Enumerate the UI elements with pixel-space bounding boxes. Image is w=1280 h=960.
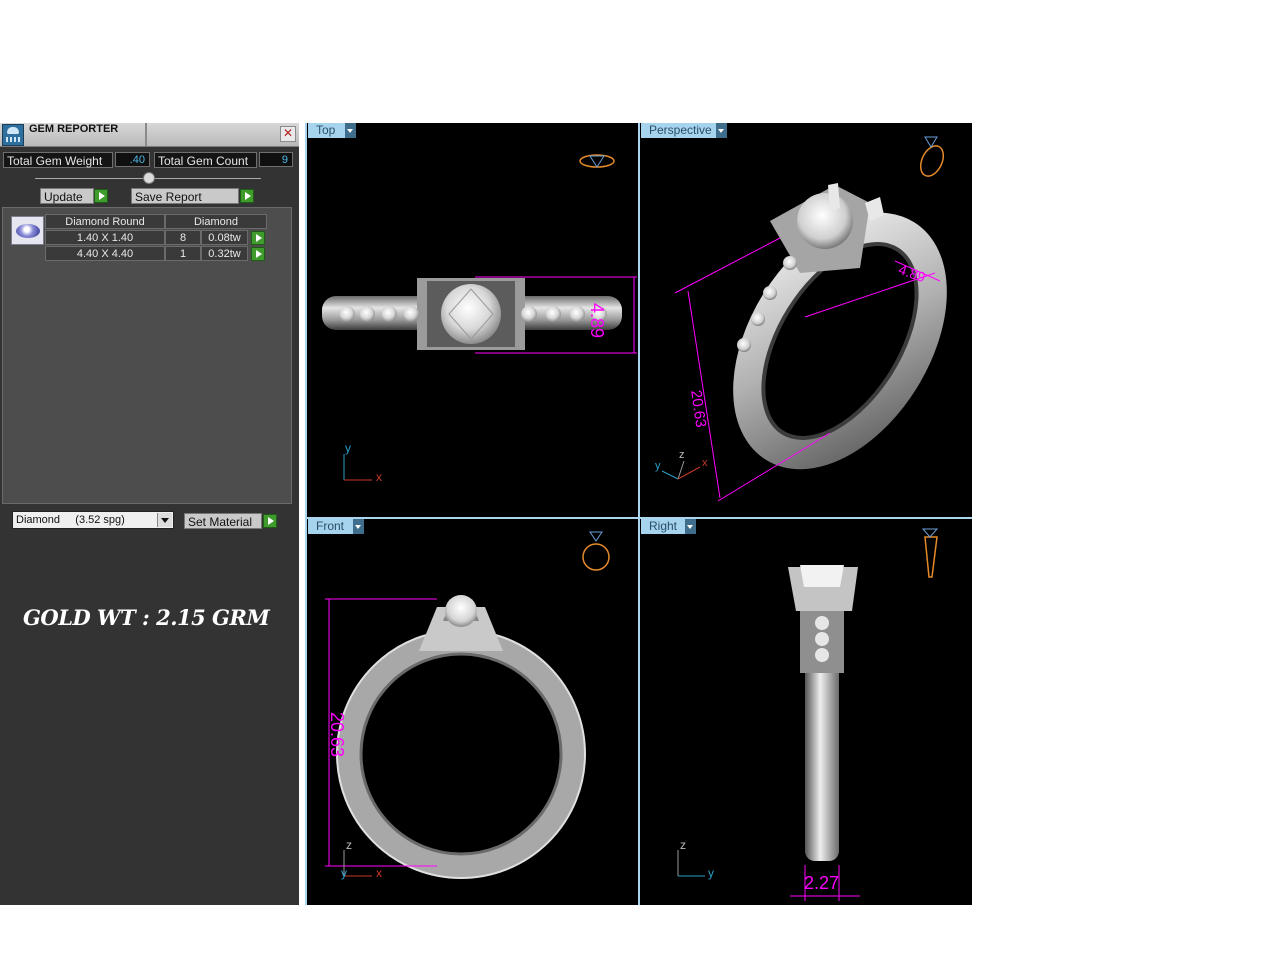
chevron-down-icon[interactable] [353, 519, 364, 534]
table-cell-count: 8 [165, 230, 201, 245]
panel-title-bar: GEM REPORTER ✕ [0, 123, 299, 147]
tab-divider [145, 123, 147, 146]
row-select-icon[interactable] [251, 247, 265, 261]
gem-reporter-icon [2, 124, 24, 146]
panel-title: GEM REPORTER [29, 123, 119, 135]
update-button[interactable]: Update [40, 188, 94, 204]
gem-reporter-panel: GEM REPORTER ✕ Total Gem Weight .40 Tota… [0, 123, 299, 905]
table-header-material: Diamond [165, 214, 267, 229]
right-view-render [677, 528, 939, 901]
total-gem-count-value: 9 [259, 152, 293, 167]
tab-front[interactable]: Front [308, 519, 353, 534]
axis-y-label: y [708, 866, 714, 880]
axis-y-label: y [655, 460, 661, 472]
tab-perspective[interactable]: Perspective [641, 123, 716, 138]
viewport-right[interactable]: 2.27 z y Right [640, 519, 972, 905]
set-material-button[interactable]: Set Material [184, 513, 262, 529]
viewport-top[interactable]: 4.89 y x Top [307, 123, 638, 517]
viewport-front[interactable]: 20.63 z y x Front [307, 519, 638, 905]
set-material-go-icon[interactable] [263, 514, 277, 528]
table-cell-weight: 0.08tw [201, 230, 248, 245]
close-icon[interactable]: ✕ [280, 126, 296, 142]
right-dimension-label: 2.27 [804, 873, 840, 893]
axis-z-label: z [679, 449, 685, 461]
table-header-shape: Diamond Round [45, 214, 165, 229]
axis-x-label: x [702, 457, 708, 469]
chevron-down-icon[interactable] [157, 513, 172, 527]
material-select[interactable]: Diamond (3.52 spg) [12, 511, 174, 529]
table-cell-size: 4.40 X 4.40 [45, 246, 165, 261]
chevron-down-icon[interactable] [716, 123, 727, 138]
save-report-go-icon[interactable] [240, 189, 254, 203]
gold-weight-label: GOLD WT : 2.15 GRM [23, 605, 270, 630]
diamond-gem-icon [11, 216, 44, 245]
tab-top[interactable]: Top [308, 123, 345, 138]
total-gem-count-label: Total Gem Count [154, 152, 257, 168]
top-dimension-label: 4.89 [587, 303, 607, 339]
splitter-handle[interactable] [143, 172, 155, 184]
update-go-icon[interactable] [94, 189, 108, 203]
axis-y-label: y [341, 866, 347, 880]
axis-z-label: z [346, 838, 352, 852]
front-view-render [325, 531, 610, 879]
total-gem-weight-label: Total Gem Weight [3, 152, 113, 168]
viewport-perspective[interactable]: 20.63 4.89 y z x Perspective [640, 123, 972, 517]
axis-x-label: x [376, 470, 382, 484]
gem-list: Diamond Round Diamond 1.40 X 1.40 8 0.08… [2, 207, 292, 504]
save-report-button[interactable]: Save Report [131, 188, 239, 204]
front-dimension-label: 20.63 [327, 712, 347, 758]
tab-right[interactable]: Right [641, 519, 685, 534]
axis-y-label: y [345, 441, 351, 455]
axis-x-label: x [376, 866, 382, 880]
perspective-view-render [661, 136, 947, 502]
table-cell-weight: 0.32tw [201, 246, 248, 261]
row-select-icon[interactable] [251, 231, 265, 245]
total-gem-weight-value: .40 [115, 152, 150, 167]
chevron-down-icon[interactable] [685, 519, 696, 534]
chevron-down-icon[interactable] [345, 123, 356, 138]
table-cell-count: 1 [165, 246, 201, 261]
viewport-grid: 4.89 y x Top 20.63 4.89 y z x Perspectiv… [305, 123, 972, 905]
axis-z-label: z [680, 838, 686, 852]
material-select-value: Diamond (3.52 spg) [16, 514, 125, 526]
table-cell-size: 1.40 X 1.40 [45, 230, 165, 245]
